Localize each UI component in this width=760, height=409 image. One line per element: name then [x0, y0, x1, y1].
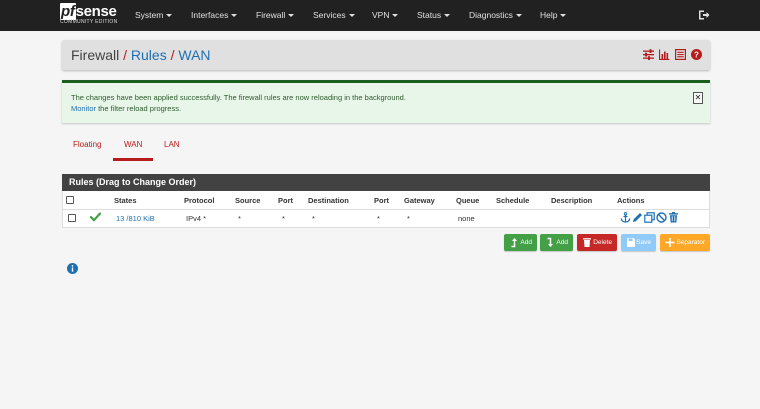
breadcrumb-bar: Firewall / Rules / WAN ? [62, 40, 710, 70]
states-link[interactable]: 13 /810 KiB [116, 214, 155, 223]
alert-message: The changes have been applied successful… [71, 93, 406, 102]
rule-states: 13 /810 KiB [116, 214, 155, 223]
pfsense-logo[interactable]: pfsense COMMUNITY EDITION [60, 3, 118, 26]
rule-queue: none [458, 214, 475, 223]
monitor-link[interactable]: Monitor [71, 104, 96, 113]
anchor-icon[interactable] [620, 212, 631, 223]
plus-icon [665, 238, 675, 247]
delete-button[interactable]: Delete [577, 234, 617, 251]
logout-icon[interactable] [698, 9, 710, 21]
alert-message-secondary: Monitor the filter reload progress. [71, 104, 182, 113]
add-rule-bottom-button[interactable]: Add [540, 234, 573, 251]
header-queue: Queue [456, 196, 480, 205]
header-protocol: Protocol [184, 196, 215, 205]
header-dest-port: Port [374, 196, 389, 205]
chevron-down-icon [166, 14, 173, 18]
menu-status[interactable]: Status [417, 0, 451, 31]
table-row-divider [62, 209, 710, 210]
copy-icon[interactable] [644, 212, 655, 223]
separator-button[interactable]: Separator [660, 234, 710, 251]
pencil-icon[interactable] [632, 212, 643, 223]
add-rule-top-button[interactable]: Add [504, 234, 537, 251]
trash-icon [583, 238, 591, 247]
help-icon[interactable]: ? [691, 49, 702, 60]
chevron-down-icon [560, 14, 567, 18]
rule-protocol: IPv4 * [186, 214, 207, 223]
tab-lan[interactable]: LAN [164, 140, 180, 149]
success-alert: The changes have been applied successful… [62, 80, 710, 123]
chevron-down-icon [392, 14, 399, 18]
active-tab-indicator [113, 158, 153, 161]
logo-pf: pf [60, 3, 76, 20]
save-button[interactable]: Save [621, 234, 656, 251]
breadcrumb-separator: / [123, 47, 128, 63]
header-gateway: Gateway [404, 196, 435, 205]
rule-source: * [238, 214, 241, 223]
chevron-down-icon [288, 14, 295, 18]
svg-text:?: ? [694, 50, 699, 59]
rule-select-checkbox[interactable] [68, 214, 76, 222]
header-description: Description [551, 196, 593, 205]
check-icon[interactable] [90, 212, 101, 222]
breadcrumb: Firewall / Rules / WAN [71, 40, 211, 70]
menu-help[interactable]: Help [540, 0, 567, 31]
menu-firewall[interactable]: Firewall [256, 0, 295, 31]
rule-actions [620, 212, 679, 223]
arrow-up-icon [511, 238, 517, 248]
trash-icon[interactable] [668, 212, 679, 223]
header-source: Source [235, 196, 261, 205]
header-schedule: Schedule [496, 196, 530, 205]
chevron-down-icon [231, 14, 238, 18]
breadcrumb-rules[interactable]: Rules [131, 47, 167, 63]
sliders-icon[interactable] [643, 49, 654, 60]
save-icon [627, 238, 635, 247]
tab-floating[interactable]: Floating [73, 140, 101, 149]
menu-vpn[interactable]: VPN [372, 0, 399, 31]
header-destination: Destination [308, 196, 349, 205]
select-all-checkbox[interactable] [66, 196, 74, 204]
chevron-down-icon [348, 14, 355, 18]
chevron-down-icon [444, 14, 451, 18]
close-icon[interactable]: ✕ [693, 92, 703, 104]
header-states: States [114, 196, 137, 205]
ban-icon[interactable] [656, 212, 667, 223]
rule-dest-port: * [377, 214, 380, 223]
breadcrumb-firewall: Firewall [71, 47, 120, 63]
menu-system[interactable]: System [135, 0, 173, 31]
breadcrumb-separator: / [170, 47, 175, 63]
arrow-down-icon [547, 237, 553, 247]
bar-chart-icon[interactable] [659, 49, 670, 60]
rules-panel-title: Rules (Drag to Change Order) [62, 174, 710, 191]
breadcrumb-wan[interactable]: WAN [178, 47, 210, 63]
list-icon[interactable] [675, 49, 686, 60]
header-actions: Actions [617, 196, 645, 205]
header-source-port: Port [278, 196, 293, 205]
logo-subtitle: COMMUNITY EDITION [60, 19, 118, 25]
logo-sense: sense [75, 3, 117, 20]
menu-diagnostics[interactable]: Diagnostics [469, 0, 522, 31]
rule-destination: * [312, 214, 315, 223]
rule-source-port: * [282, 214, 285, 223]
info-icon[interactable] [67, 263, 78, 274]
chevron-down-icon [515, 14, 522, 18]
menu-services[interactable]: Services [313, 0, 355, 31]
menu-interfaces[interactable]: Interfaces [191, 0, 238, 31]
top-navbar: pfsense COMMUNITY EDITION System Interfa… [0, 0, 760, 31]
tab-wan[interactable]: WAN [124, 140, 142, 149]
rule-gateway: * [407, 214, 410, 223]
